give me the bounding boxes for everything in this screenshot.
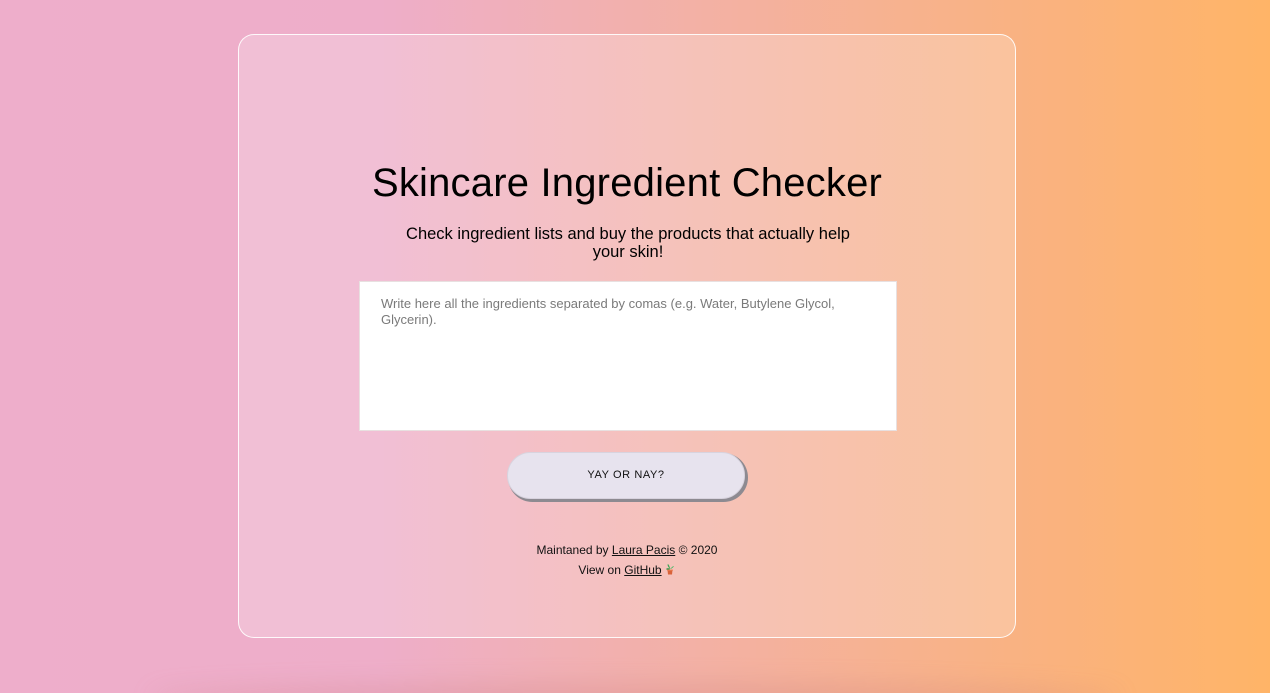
- github-link[interactable]: GitHub: [624, 563, 661, 577]
- copyright-text: © 2020: [678, 543, 718, 557]
- yay-or-nay-button[interactable]: YAY OR NAY?: [507, 452, 745, 499]
- footer-github-line: View on GitHub: [239, 560, 1015, 580]
- author-link[interactable]: Laura Pacis: [612, 543, 675, 557]
- footer-maintainer-line: Maintaned by Laura Pacis © 2020: [239, 540, 1015, 560]
- ingredients-input[interactable]: [359, 281, 897, 431]
- maintained-by-text: Maintaned by: [536, 543, 609, 557]
- page-bottom-shadow: [150, 683, 1120, 693]
- page-title: Skincare Ingredient Checker: [371, 161, 883, 205]
- view-on-text: View on: [578, 563, 621, 577]
- main-card: Skincare Ingredient Checker Check ingred…: [238, 34, 1016, 638]
- potted-plant-icon: [664, 561, 676, 575]
- page-subtitle: Check ingredient lists and buy the produ…: [406, 225, 850, 261]
- footer: Maintaned by Laura Pacis © 2020 View on …: [239, 540, 1015, 580]
